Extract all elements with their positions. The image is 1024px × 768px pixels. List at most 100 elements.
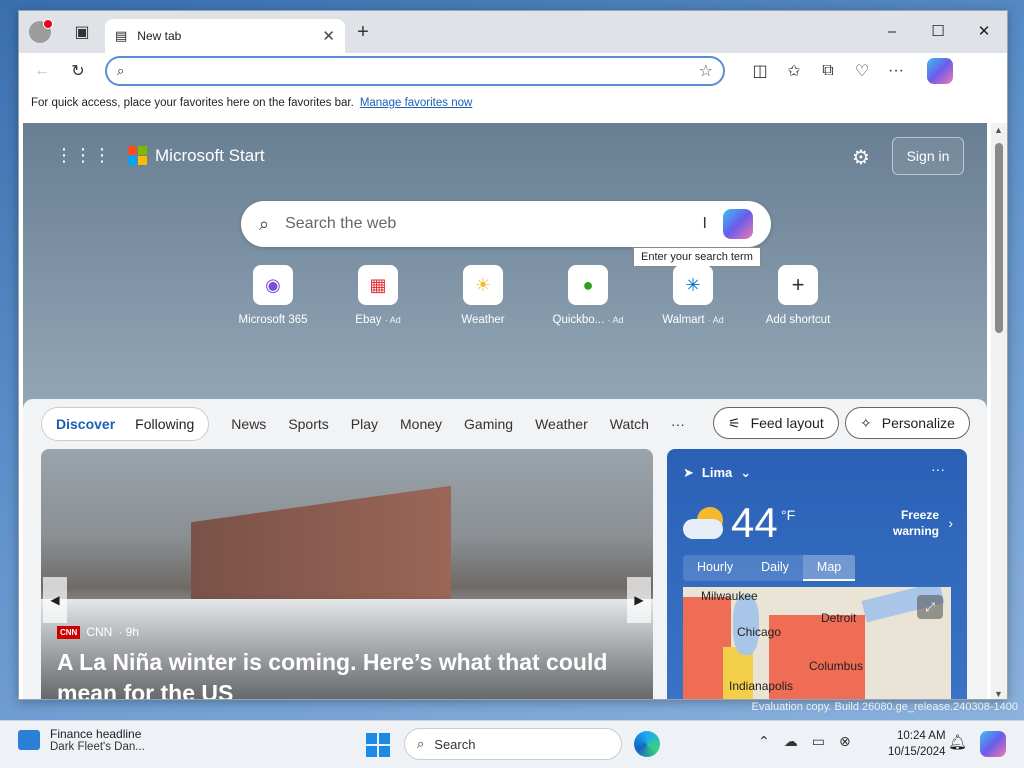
tab-new-tab[interactable]: ▤ New tab ✕ [105,19,345,53]
scroll-down-icon[interactable]: ▼ [994,689,1003,699]
category-sports[interactable]: Sports [288,416,328,432]
feed-layout-button[interactable]: ⚟ Feed layout [713,407,839,439]
sign-in-button[interactable]: Sign in [892,137,964,175]
weather-map[interactable]: Milwaukee Detroit Chicago Columbus India… [683,587,951,699]
manage-favorites-link[interactable]: Manage favorites now [360,97,473,109]
close-tab-icon[interactable]: ✕ [322,27,335,45]
feed-tab-group: Discover Following [41,407,210,441]
plus-icon: + [778,265,818,305]
article-headline[interactable]: A La Niña winter is coming. Here’s what … [57,647,637,699]
browser-essentials-icon[interactable]: ♡ [847,56,877,86]
shortcut-label: Quickbo... [552,314,605,326]
tab-following[interactable]: Following [125,416,204,432]
page-icon: ▤ [115,28,128,43]
split-screen-icon[interactable]: ◫ [745,56,775,86]
back-button[interactable]: ← [27,56,57,86]
category-money[interactable]: Money [400,416,442,432]
shortcut-label: Walmart [662,314,705,326]
brand-area: ⋮⋮⋮ Microsoft Start [55,145,265,166]
category-play[interactable]: Play [351,416,378,432]
more-options-icon[interactable]: ··· [931,461,945,477]
copilot-search-icon[interactable] [723,209,753,239]
shortcut-weather[interactable]: ☀ Weather [443,265,523,326]
shortcut-microsoft-365[interactable]: ◉ Microsoft 365 [233,265,313,326]
carousel-next-icon[interactable]: ▶ [627,577,651,623]
copilot-icon[interactable] [927,58,953,84]
shortcut-label: Microsoft 365 [238,314,308,326]
news-widget[interactable]: Finance headline Dark Fleet's Dan... [18,727,145,753]
news-feed: Discover Following News Sports Play Mone… [23,399,987,699]
search-placeholder: Search the web [285,215,397,232]
category-weather[interactable]: Weather [535,416,588,432]
news-subtitle: Dark Fleet's Dan... [50,741,145,753]
search-icon: ⌕ [259,213,270,234]
ad-badge: · Ad [384,315,401,325]
network-icon[interactable]: ☁ [784,733,798,750]
shortcut-quickbooks[interactable]: ● Quickbo... · Ad [548,265,628,326]
taskbar-search[interactable]: ⌕ Search [404,728,622,760]
refresh-button[interactable]: ↻ [63,56,93,86]
category-news[interactable]: News [231,416,266,432]
edge-taskbar-icon[interactable] [634,731,660,757]
web-search-box[interactable]: ⌕ Search the web I [241,201,771,247]
alert-line-2: warning [892,524,939,538]
new-tab-button[interactable]: + [345,17,381,47]
copilot-tray-icon[interactable] [980,731,1006,757]
chevron-down-icon: ⌄ [740,465,752,480]
alert-line-1: Freeze [900,508,939,522]
tab-daily[interactable]: Daily [747,555,803,581]
category-watch[interactable]: Watch [610,416,649,432]
shortcut-label: Add shortcut [765,314,831,326]
clock[interactable]: 10:24 AM 10/15/2024 [888,728,946,760]
chevron-up-icon[interactable]: ⌃ [758,733,770,750]
carousel-prev-icon[interactable]: ◀ [43,577,67,623]
sliders-icon: ⚟ [728,414,741,431]
scroll-thumb[interactable] [995,143,1003,333]
tab-actions-icon[interactable]: ▣ [65,17,99,47]
volume-muted-icon[interactable]: ⊗ [839,733,851,750]
window-controls: – ☐ ✕ [869,11,1007,51]
display-icon[interactable]: ▭ [812,733,825,750]
more-menu-icon[interactable]: ··· [881,56,911,86]
favorite-star-icon[interactable]: ☆ [699,61,713,81]
new-tab-page: ⋮⋮⋮ Microsoft Start ⚙ Sign in ⌕ Search t… [23,123,987,699]
walmart-spark-icon: ✳ [673,265,713,305]
collections-icon[interactable]: ⧉ [813,56,843,86]
minimize-button[interactable]: – [869,11,915,51]
hero-news-card[interactable]: ◀ ▶ CNN CNN · 9h A La Niña winter is com… [41,449,653,699]
weather-location[interactable]: ➤ Lima ⌄ [683,465,751,481]
tab-map[interactable]: Map [802,555,856,581]
ad-badge: · Ad [607,315,624,325]
settings-gear-icon[interactable]: ⚙ [852,145,870,170]
clock-time: 10:24 AM [896,730,946,742]
start-windows-icon[interactable] [366,733,390,757]
weather-icon: ☀ [463,265,503,305]
shortcut-add[interactable]: + Add shortcut [758,265,838,326]
evaluation-watermark: Evaluation copy. Build 26080.ge_release.… [751,701,1018,713]
tab-hourly[interactable]: Hourly [683,555,747,581]
tab-discover[interactable]: Discover [46,416,125,432]
maximize-button[interactable]: ☐ [915,11,961,51]
map-city: Milwaukee [701,589,758,603]
weather-card[interactable]: ➤ Lima ⌄ ··· 44 °F Freeze warning › Hour… [667,449,967,699]
shortcut-ebay[interactable]: ▦ Ebay · Ad [338,265,418,326]
address-input[interactable] [134,63,689,79]
search-icon: ⌕ [417,736,425,751]
shortcut-walmart[interactable]: ✳ Walmart · Ad [653,265,733,326]
category-gaming[interactable]: Gaming [464,416,513,432]
address-toolbar: ← ↻ ⌕ ☆ ◫ ✩ ⧉ ♡ ··· [19,53,1007,89]
apps-waffle-icon[interactable]: ⋮⋮⋮ [55,145,112,166]
favorites-icon[interactable]: ✩ [779,56,809,86]
profile-avatar[interactable] [29,19,53,43]
personalize-button[interactable]: ✧ Personalize [845,407,970,439]
brand-title: Microsoft Start [155,145,265,165]
scroll-up-icon[interactable]: ▲ [994,125,1003,135]
close-window-button[interactable]: ✕ [961,11,1007,51]
category-more-icon[interactable]: ··· [671,416,685,432]
page-scrollbar[interactable]: ▲ ▼ [991,123,1007,699]
chevron-right-icon[interactable]: › [948,515,953,531]
weather-alert[interactable]: Freeze warning [893,507,939,539]
address-bar[interactable]: ⌕ ☆ [105,56,725,86]
expand-icon[interactable]: ⤢ [917,595,943,619]
notification-bell-icon[interactable]: 🔔︎ [948,733,967,751]
